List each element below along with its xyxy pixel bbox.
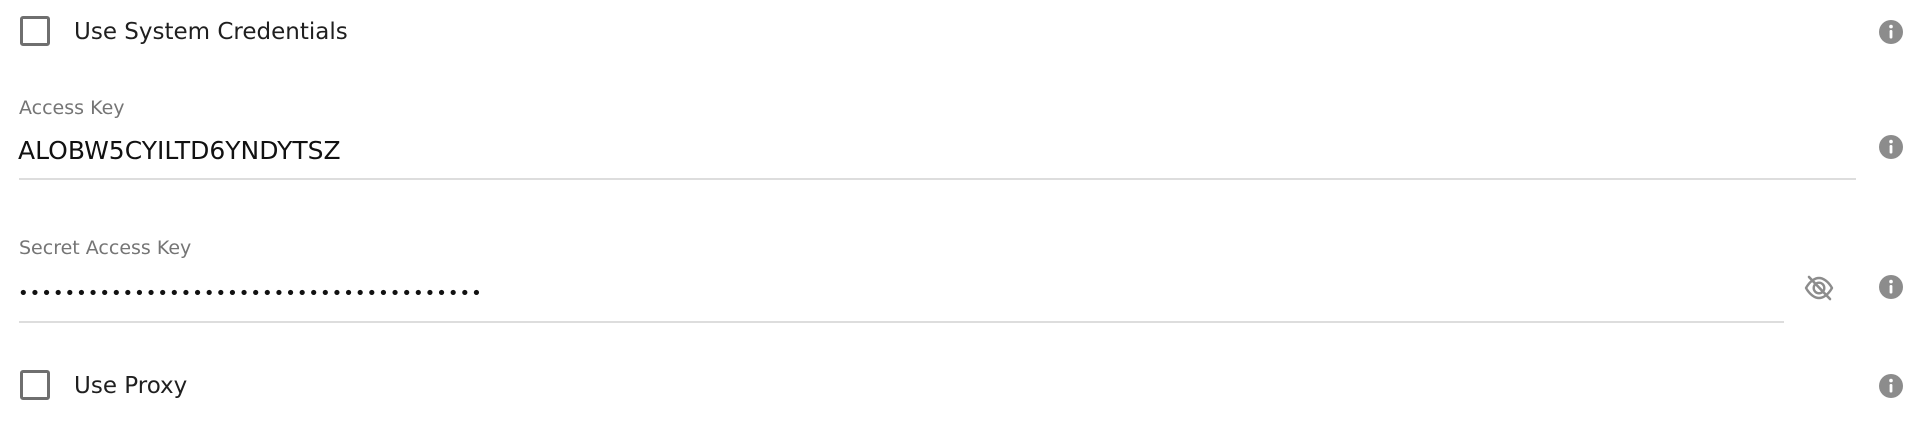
access-key-field: Access Key ALOBW5CYILTD6YNDYTSZ	[0, 90, 1917, 185]
secret-access-key-underline	[19, 321, 1784, 323]
access-key-input[interactable]: ALOBW5CYILTD6YNDYTSZ	[18, 136, 341, 166]
use-proxy-row: Use Proxy	[0, 362, 1917, 412]
secret-access-key-field: Secret Access Key ••••••••••••••••••••••…	[0, 230, 1917, 325]
use-system-credentials-row: Use System Credentials	[0, 8, 1917, 58]
use-proxy-checkbox[interactable]	[20, 370, 50, 400]
use-system-credentials-label[interactable]: Use System Credentials	[74, 18, 348, 46]
info-icon[interactable]	[1878, 134, 1904, 160]
info-icon[interactable]	[1878, 19, 1904, 45]
access-key-label: Access Key	[19, 97, 125, 119]
eye-off-icon[interactable]	[1802, 271, 1836, 305]
secret-access-key-input[interactable]: ••••••••••••••••••••••••••••••••••••••••	[18, 284, 483, 304]
info-icon[interactable]	[1878, 274, 1904, 300]
info-icon[interactable]	[1878, 373, 1904, 399]
use-system-credentials-checkbox[interactable]	[20, 16, 50, 46]
access-key-underline	[19, 178, 1856, 180]
secret-access-key-label: Secret Access Key	[19, 237, 192, 259]
use-proxy-label[interactable]: Use Proxy	[74, 372, 187, 400]
